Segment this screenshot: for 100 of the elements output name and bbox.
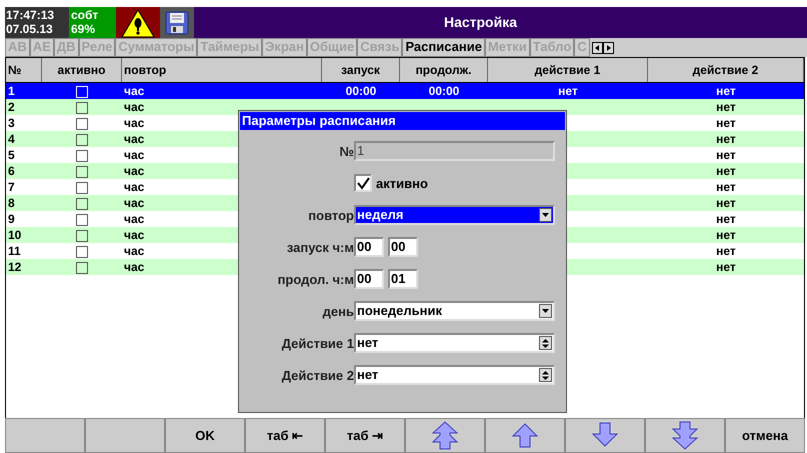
table-cell: нет — [716, 164, 736, 178]
table-cell: 9 — [8, 212, 15, 226]
column-header[interactable]: активно — [42, 58, 122, 82]
percent-text: 69% — [71, 22, 96, 36]
table-cell: час — [124, 116, 144, 130]
field-label: продол. ч:м — [276, 272, 354, 286]
column-header[interactable]: действие 1 — [488, 58, 648, 82]
dropdown[interactable]: нет — [354, 365, 555, 385]
table-cell: 11 — [8, 244, 21, 258]
checkbox[interactable] — [76, 150, 88, 162]
table-cell: час — [124, 260, 144, 274]
table-cell: 2 — [8, 100, 15, 114]
toolbar-button[interactable]: таб ⇥ — [325, 418, 405, 453]
table-cell: час — [124, 228, 144, 242]
dropdown[interactable]: нет — [354, 333, 555, 353]
checkbox[interactable] — [76, 230, 88, 242]
table-cell: час — [124, 100, 144, 114]
table-cell: нет — [716, 180, 736, 194]
dropdown[interactable]: понедельник — [354, 301, 555, 321]
column-header[interactable]: действие 2 — [648, 58, 804, 82]
table-cell: 1 — [8, 84, 15, 98]
column-header[interactable]: запуск — [322, 58, 400, 82]
toolbar-button[interactable]: таб ⇤ — [245, 418, 325, 453]
arrow-button[interactable] — [485, 418, 565, 453]
hours-field[interactable]: 00 — [354, 269, 384, 289]
dropdown-value: нет — [357, 367, 378, 383]
field-label: запуск ч:м — [286, 240, 354, 254]
table-cell: 3 — [8, 116, 15, 130]
tab[interactable]: Расписание — [402, 38, 485, 57]
table-cell: час — [124, 212, 144, 226]
checkbox-label: активно — [376, 176, 428, 190]
table-cell: 6 — [8, 164, 15, 178]
table-cell: 10 — [8, 228, 22, 242]
field-label: Действие 1 — [280, 336, 354, 350]
column-header[interactable]: продолж. — [400, 58, 488, 82]
table-cell: нет — [716, 212, 736, 226]
checkbox[interactable] — [76, 134, 88, 146]
field-label: день — [322, 304, 354, 318]
field-label: № — [338, 144, 354, 158]
table-cell: 8 — [8, 196, 15, 210]
caret-down-icon — [542, 213, 549, 217]
arrow-button[interactable] — [645, 418, 725, 453]
toolbar-button[interactable]: OK — [165, 418, 245, 453]
selected-row[interactable]: 1 час 00:00 00:00 нет нет — [6, 83, 804, 99]
arrow-up-icon — [511, 421, 539, 450]
hours-field[interactable]: 00 — [354, 237, 384, 257]
double-arrow-down-icon — [671, 421, 699, 450]
table-cell: нет — [716, 116, 736, 130]
checkbox[interactable] — [76, 198, 88, 210]
minutes-field[interactable]: 00 — [388, 237, 418, 257]
checkbox[interactable] — [76, 262, 88, 274]
column-header[interactable]: № — [6, 58, 42, 82]
double-arrow-up-icon — [431, 421, 459, 450]
table-cell: 7 — [8, 180, 15, 194]
table-cell: 12 — [8, 260, 22, 274]
checkbox[interactable] — [76, 118, 88, 130]
checkbox[interactable] — [76, 166, 88, 178]
number-field: 1 — [354, 141, 555, 161]
scroll-left-icon — [592, 42, 603, 54]
table-cell: час — [124, 196, 144, 210]
dropdown-value: неделя — [357, 207, 404, 223]
table-cell: 5 — [8, 148, 15, 162]
column-header[interactable]: повтор — [122, 58, 322, 82]
table-cell: нет — [716, 100, 736, 114]
table-cell: час — [124, 164, 144, 178]
checkbox[interactable] — [76, 214, 88, 226]
dropdown-value: понедельник — [357, 303, 442, 319]
table-cell: нет — [716, 260, 736, 274]
table-cell: час — [124, 148, 144, 162]
table-cell: 00:00 — [428, 84, 460, 98]
caret-down-icon — [542, 309, 549, 313]
arrow-button[interactable] — [405, 418, 485, 453]
table-cell: нет — [716, 84, 736, 98]
warning-icon — [121, 8, 155, 38]
checkmark-icon — [356, 176, 370, 190]
spin-arrows-icon — [542, 370, 549, 380]
table-cell: 00:00 — [346, 84, 376, 98]
field-label: повтор — [307, 208, 354, 222]
table-cell: час — [124, 180, 144, 194]
table-cell: нет — [716, 132, 736, 146]
arrow-button[interactable] — [565, 418, 645, 453]
checkbox[interactable] — [76, 182, 88, 194]
table-cell: нет — [558, 84, 578, 98]
checkbox[interactable] — [76, 102, 88, 114]
table-cell: нет — [716, 244, 736, 258]
minutes-field[interactable]: 01 — [388, 269, 418, 289]
toolbar-button[interactable]: отмена — [725, 418, 805, 453]
field-label: Действие 2 — [280, 368, 354, 382]
dropdown[interactable]: неделя — [354, 205, 555, 225]
scroll-right-icon — [602, 42, 614, 54]
table-cell: 4 — [8, 132, 15, 146]
checkbox[interactable] — [76, 246, 88, 258]
time-text: 17:47:13 — [6, 8, 56, 22]
table-cell: нет — [716, 228, 736, 242]
table-cell: нет — [716, 196, 736, 210]
mode-text: собт — [71, 8, 100, 22]
date-text: 07.05.13 — [6, 22, 54, 36]
window-title: Настройка — [442, 13, 518, 32]
dropdown-value: нет — [357, 335, 378, 351]
dialog-title: Параметры расписания — [240, 112, 565, 130]
